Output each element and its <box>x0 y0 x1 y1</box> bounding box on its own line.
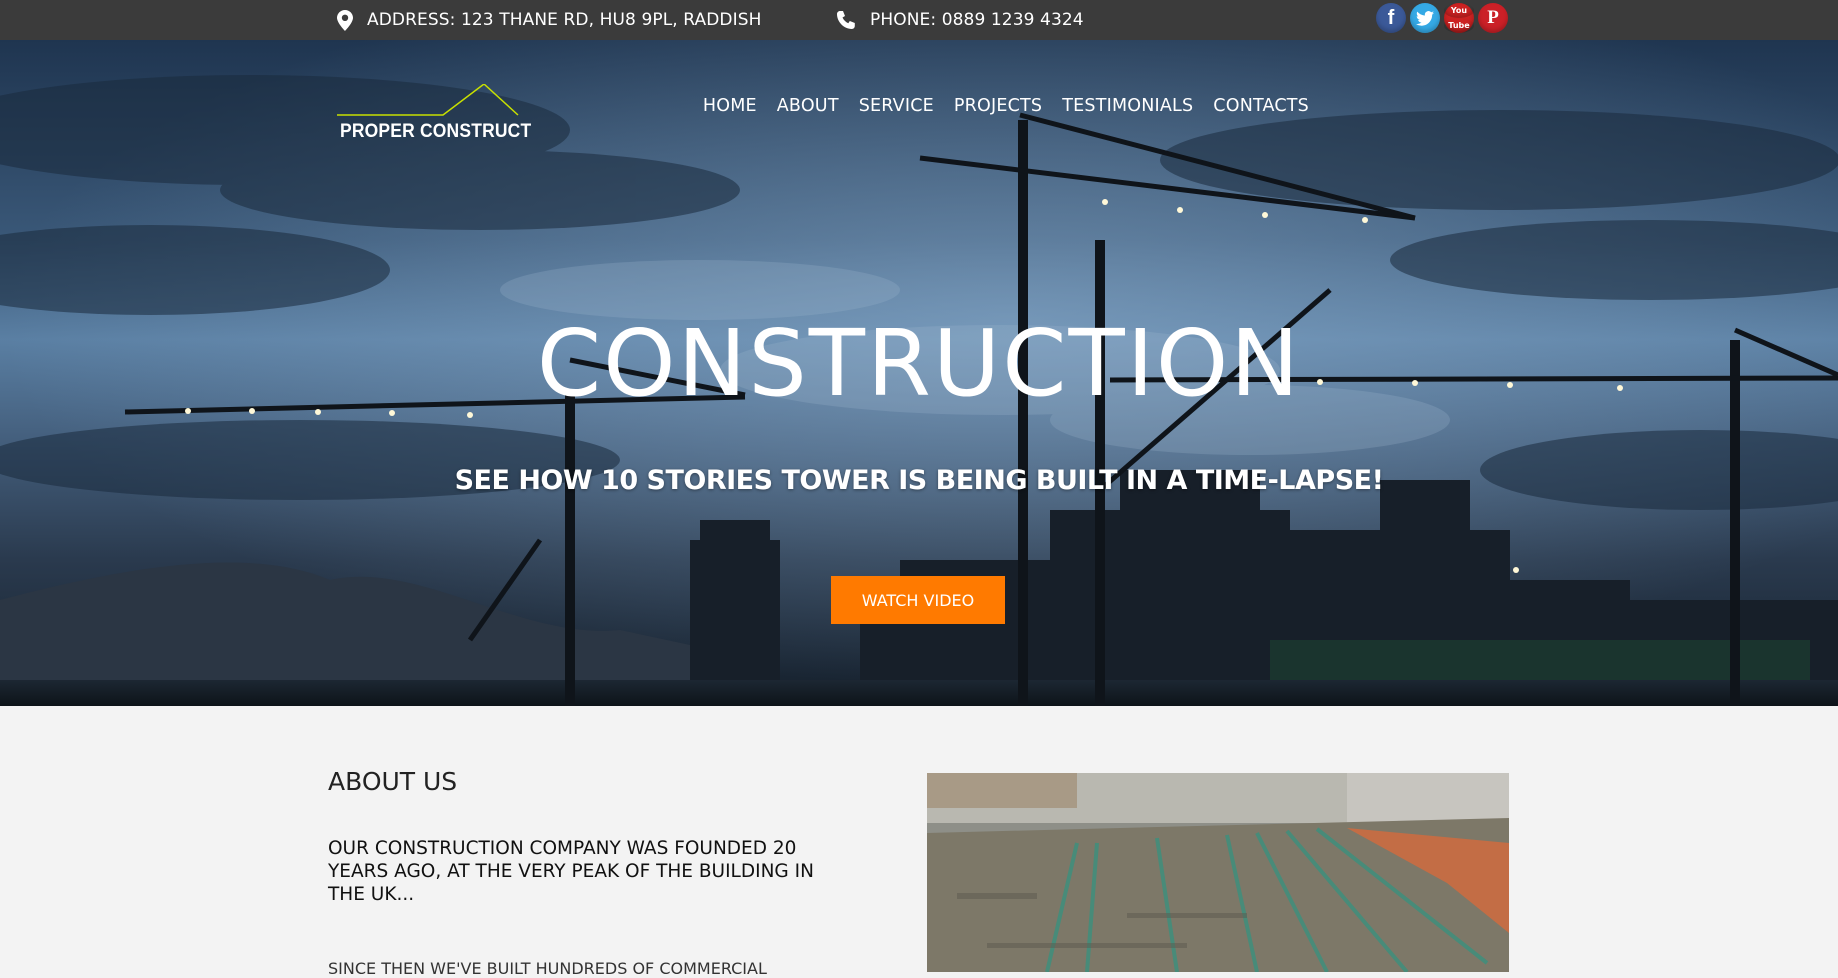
about-heading: ABOUT US <box>328 767 458 796</box>
about-lead-text: OUR CONSTRUCTION COMPANY WAS FOUNDED 20 … <box>328 838 814 905</box>
logo-text: PROPER CONSTRUCT <box>340 121 532 142</box>
construction-site-photo <box>927 773 1509 972</box>
main-nav: HOME ABOUT SERVICE PROJECTS TESTIMONIALS… <box>703 96 1309 116</box>
youtube-icon[interactable]: You Tube <box>1444 3 1474 33</box>
phone-text: PHONE: 0889 1239 4324 <box>870 10 1084 30</box>
about-body-text: SINCE THEN WE'VE BUILT HUNDREDS OF COMME… <box>328 959 767 978</box>
address-info: ADDRESS: 123 THANE RD, HU8 9PL, RADDISH <box>337 0 762 40</box>
hero-section: PROPER CONSTRUCT HOME ABOUT SERVICE PROJ… <box>0 40 1838 706</box>
map-pin-icon <box>337 9 353 31</box>
social-links: f You Tube P <box>1376 3 1508 33</box>
nav-about[interactable]: ABOUT <box>777 96 839 116</box>
phone-info: PHONE: 0889 1239 4324 <box>836 0 1084 40</box>
address-text: ADDRESS: 123 THANE RD, HU8 9PL, RADDISH <box>367 10 762 30</box>
nav-home[interactable]: HOME <box>703 96 757 116</box>
watch-video-button[interactable]: WATCH VIDEO <box>831 576 1005 624</box>
nav-projects[interactable]: PROJECTS <box>954 96 1042 116</box>
brand-logo[interactable]: PROPER CONSTRUCT <box>337 83 531 142</box>
nav-testimonials[interactable]: TESTIMONIALS <box>1062 96 1193 116</box>
top-bar: ADDRESS: 123 THANE RD, HU8 9PL, RADDISH … <box>0 0 1838 40</box>
roof-logo-icon <box>337 83 519 116</box>
facebook-icon[interactable]: f <box>1376 3 1406 33</box>
twitter-icon[interactable] <box>1410 3 1440 33</box>
pinterest-icon[interactable]: P <box>1478 3 1508 33</box>
nav-service[interactable]: SERVICE <box>859 96 934 116</box>
hero-title: CONSTRUCTION <box>536 310 1302 417</box>
phone-icon <box>837 11 855 29</box>
hero-subtitle: SEE HOW 10 STORIES TOWER IS BEING BUILT … <box>454 465 1384 496</box>
nav-contacts[interactable]: CONTACTS <box>1213 96 1309 116</box>
